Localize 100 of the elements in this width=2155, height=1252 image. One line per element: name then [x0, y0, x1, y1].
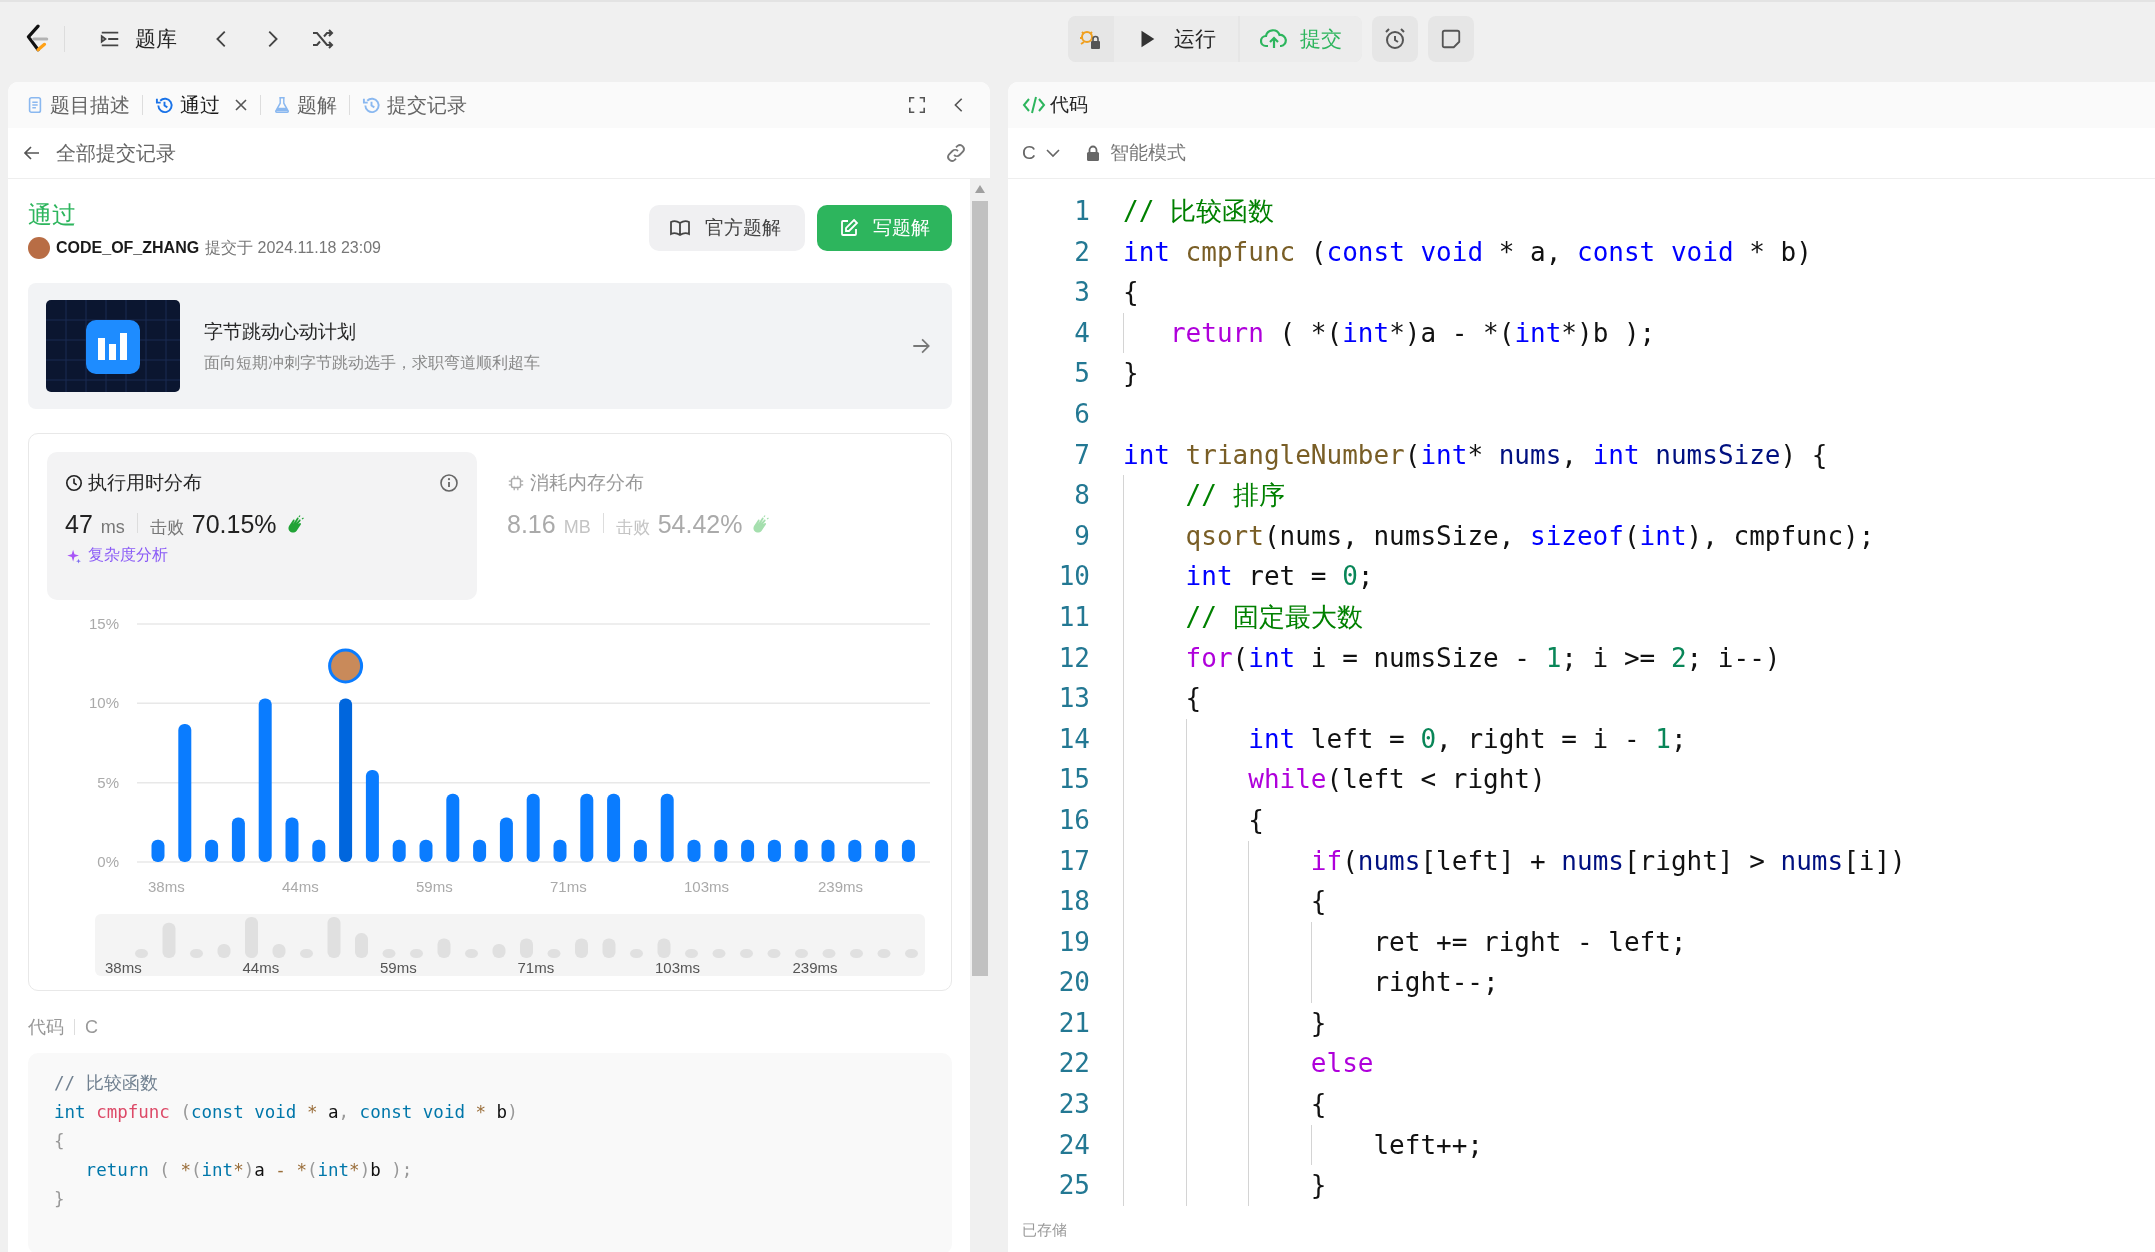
code-line: int left = 0, right = i - 1;	[1247, 723, 1687, 754]
line-number: 4	[1073, 316, 1090, 350]
axis-label: 71ms	[550, 878, 587, 895]
banner-title: 字节跳动心动计划	[204, 319, 357, 344]
stat-unit: MB	[563, 517, 591, 538]
line-number: 20	[1057, 966, 1090, 1000]
stat-value: 8.16	[507, 510, 556, 539]
range-label: 103ms	[655, 959, 701, 976]
line-number: 1	[1073, 195, 1090, 228]
range-label: 59ms	[380, 959, 417, 976]
line-number: 17	[1057, 844, 1090, 878]
line-number: 2	[1073, 235, 1090, 269]
code-line: while(left < right)	[1247, 764, 1546, 795]
mode-label[interactable]: 智能模式	[1109, 140, 1186, 166]
code-line: int triangleNumber(int* nums, int numsSize) {	[1123, 439, 1828, 470]
beat-percent: 70.15%	[191, 510, 277, 539]
username[interactable]: CODE_OF_ZHANG	[56, 239, 200, 257]
code-line: {	[1184, 683, 1202, 714]
axis-label: 59ms	[416, 878, 453, 895]
line-number: 25	[1057, 1169, 1090, 1203]
axis-label: 10%	[88, 694, 119, 712]
submit-time: 提交于 2024.11.18 23:09	[205, 237, 381, 258]
code-line: {	[1309, 886, 1327, 917]
axis-label: 0%	[97, 853, 119, 870]
code-line: {	[1123, 277, 1139, 308]
axis-label: 103ms	[684, 878, 730, 895]
beat-label: 击败	[615, 517, 650, 539]
code-line: int cmpfunc (const void * a, const void * b)	[54, 1101, 519, 1124]
line-number: 19	[1057, 925, 1090, 959]
solution-button[interactable]: 官方题解	[649, 205, 805, 251]
beat-percent: 54.42%	[657, 510, 743, 539]
axis-label: 44ms	[282, 878, 319, 895]
language-select[interactable]: C	[1018, 142, 1064, 164]
problem-bank-button[interactable]: 题库	[93, 21, 183, 57]
axis-label: 5%	[97, 773, 119, 791]
code-line: left++;	[1372, 1129, 1484, 1160]
code-line: }	[54, 1188, 66, 1211]
line-number: 18	[1057, 885, 1090, 919]
code-line: int ret = 0;	[1184, 561, 1374, 592]
code-line: }	[1123, 358, 1139, 389]
code-line: ret += right - left;	[1372, 926, 1687, 957]
code-line: // 固定最大数	[1184, 601, 1363, 632]
line-number: 7	[1073, 438, 1090, 472]
range-label: 44ms	[242, 959, 280, 976]
back-link[interactable]: 全部提交记录	[56, 139, 176, 167]
line-number: 5	[1073, 357, 1090, 391]
run-button[interactable]: 运行	[1114, 16, 1238, 62]
line-number: 22	[1057, 1047, 1090, 1081]
code-line: else	[1309, 1048, 1374, 1079]
line-number: 3	[1073, 276, 1090, 310]
range-label: 239ms	[792, 959, 838, 976]
code-line: for(int i = numsSize - 1; i >= 2; i--)	[1184, 642, 1781, 673]
code-line: }	[1309, 1007, 1327, 1038]
line-number: 13	[1057, 682, 1090, 716]
panel-tab[interactable]: 题目描述	[26, 91, 130, 119]
code-line: {	[54, 1130, 66, 1153]
line-number: 11	[1057, 600, 1090, 634]
code-line: qsort(nums, numsSize, sizeof(int), cmpfunc);	[1184, 520, 1875, 551]
code-line: {	[1247, 804, 1264, 835]
language-label: C	[85, 1016, 98, 1038]
promo-banner[interactable]: 字节跳动心动计划 面向短期冲刺字节跳动选手，求职弯道顺利超车	[28, 283, 952, 409]
line-number: 10	[1057, 560, 1090, 594]
code-line: {	[1309, 1089, 1327, 1120]
code-line: return ( *(int*)a - *(int*)b );	[84, 1159, 414, 1182]
axis-label: 15%	[88, 615, 119, 632]
range-label: 71ms	[517, 959, 555, 976]
stat-title: 执行用时分布	[88, 471, 202, 495]
line-number: 8	[1073, 479, 1090, 513]
banner-subtitle: 面向短期冲刺字节跳动选手，求职弯道顺利超车	[204, 352, 541, 373]
range-overview[interactable]: 38ms 44ms 59ms 71ms 103ms 239ms	[95, 914, 925, 976]
line-number: 12	[1057, 641, 1090, 675]
complexity-link[interactable]: 复杂度分析	[65, 545, 168, 566]
line-number: 14	[1057, 722, 1090, 756]
stat-unit: ms	[100, 517, 125, 538]
code-line: return ( *(int*)a - *(int*)b );	[1168, 317, 1656, 348]
code-line: int cmpfunc (const void * a, const void * b)	[1123, 236, 1812, 267]
code-line: }	[1309, 1170, 1327, 1201]
save-status: 已存储	[1021, 1220, 1068, 1240]
stat-panel[interactable]: 执行用时分布 47 ms 击败 70.15% 复杂度分析	[47, 452, 477, 600]
panel-tab[interactable]: 题解	[273, 91, 337, 119]
panel-tab[interactable]: 提交记录	[362, 91, 467, 119]
panel-tab[interactable]: 通过	[155, 91, 248, 119]
line-number: 16	[1057, 803, 1090, 837]
stat-title: 消耗内存分布	[530, 471, 644, 495]
code-line: // 比较函数	[54, 1072, 159, 1095]
code-line: // 比较函数	[1123, 196, 1274, 226]
axis-label: 38ms	[148, 878, 185, 895]
code-line: right--;	[1372, 967, 1499, 998]
panel-title: 代码	[1050, 93, 1088, 117]
code-line: // 排序	[1184, 480, 1285, 511]
line-number: 6	[1073, 397, 1090, 431]
range-label: 38ms	[105, 959, 142, 976]
line-number: 15	[1057, 763, 1090, 797]
line-number: 9	[1073, 519, 1090, 553]
stat-value: 47	[65, 510, 93, 539]
code-label: 代码	[28, 1016, 64, 1039]
axis-label: 239ms	[818, 878, 864, 895]
beat-label: 击败	[149, 517, 184, 539]
line-number: 24	[1057, 1128, 1090, 1162]
status-text: 通过	[28, 200, 77, 230]
